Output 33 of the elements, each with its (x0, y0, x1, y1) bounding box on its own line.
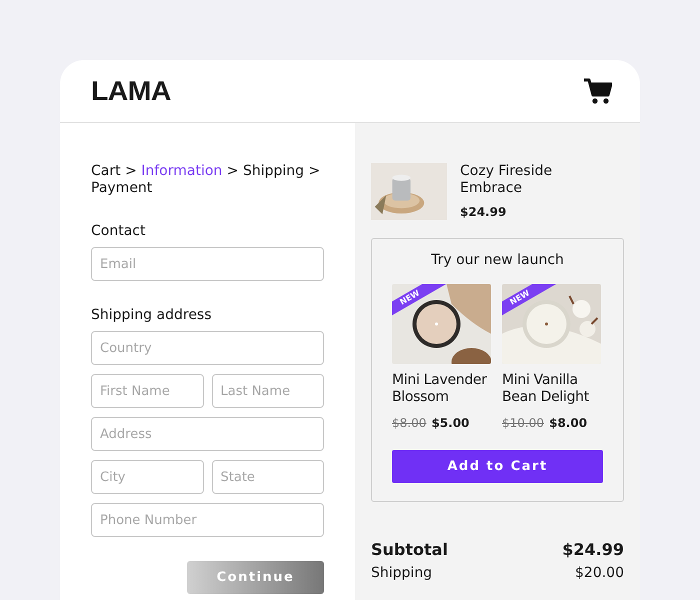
cart-icon[interactable] (584, 78, 612, 104)
old-price: $10.00 (502, 416, 544, 430)
add-to-cart-button[interactable]: Add to Cart (392, 450, 603, 483)
product-name: Cozy Fireside Embrace (460, 163, 554, 197)
total-value: $24.99 (562, 540, 624, 559)
breadcrumb-link[interactable]: Information (141, 163, 222, 179)
input-field[interactable]: City (91, 460, 204, 494)
input-field[interactable]: Email (91, 247, 324, 281)
breadcrumb-separator: > (226, 163, 238, 179)
input-field[interactable]: First Name (91, 374, 204, 408)
product-name: Mini Vanilla Bean Delight (502, 372, 590, 406)
logo[interactable]: LAMA (91, 76, 171, 106)
input-field[interactable]: Phone Number (91, 503, 324, 537)
product-name: Mini Lavender Blossom (392, 372, 488, 406)
input-field[interactable]: Last Name (212, 374, 324, 408)
input-field[interactable]: State (212, 460, 324, 494)
breadcrumb-link[interactable]: Cart (91, 163, 121, 179)
section-title: Shipping address (91, 307, 213, 323)
breadcrumb-link[interactable]: Shipping (242, 163, 304, 179)
panel-title: Try our new launch (430, 252, 565, 268)
breadcrumb-link[interactable]: Payment (91, 180, 152, 196)
product-price: $5.00 (431, 416, 470, 430)
breadcrumb-separator: > (125, 163, 137, 179)
breadcrumb-separator: > (308, 163, 320, 179)
section-title: Contact (91, 223, 146, 239)
product-price: $8.00 (549, 416, 588, 430)
input-field[interactable]: Country (91, 331, 324, 365)
total-label: Shipping (371, 565, 432, 581)
product-price: $24.99 (460, 205, 508, 219)
old-price: $8.00 (392, 416, 426, 430)
total-value: $20.00 (575, 565, 624, 581)
input-field[interactable]: Address (91, 417, 324, 451)
total-label: Subtotal (371, 540, 448, 559)
